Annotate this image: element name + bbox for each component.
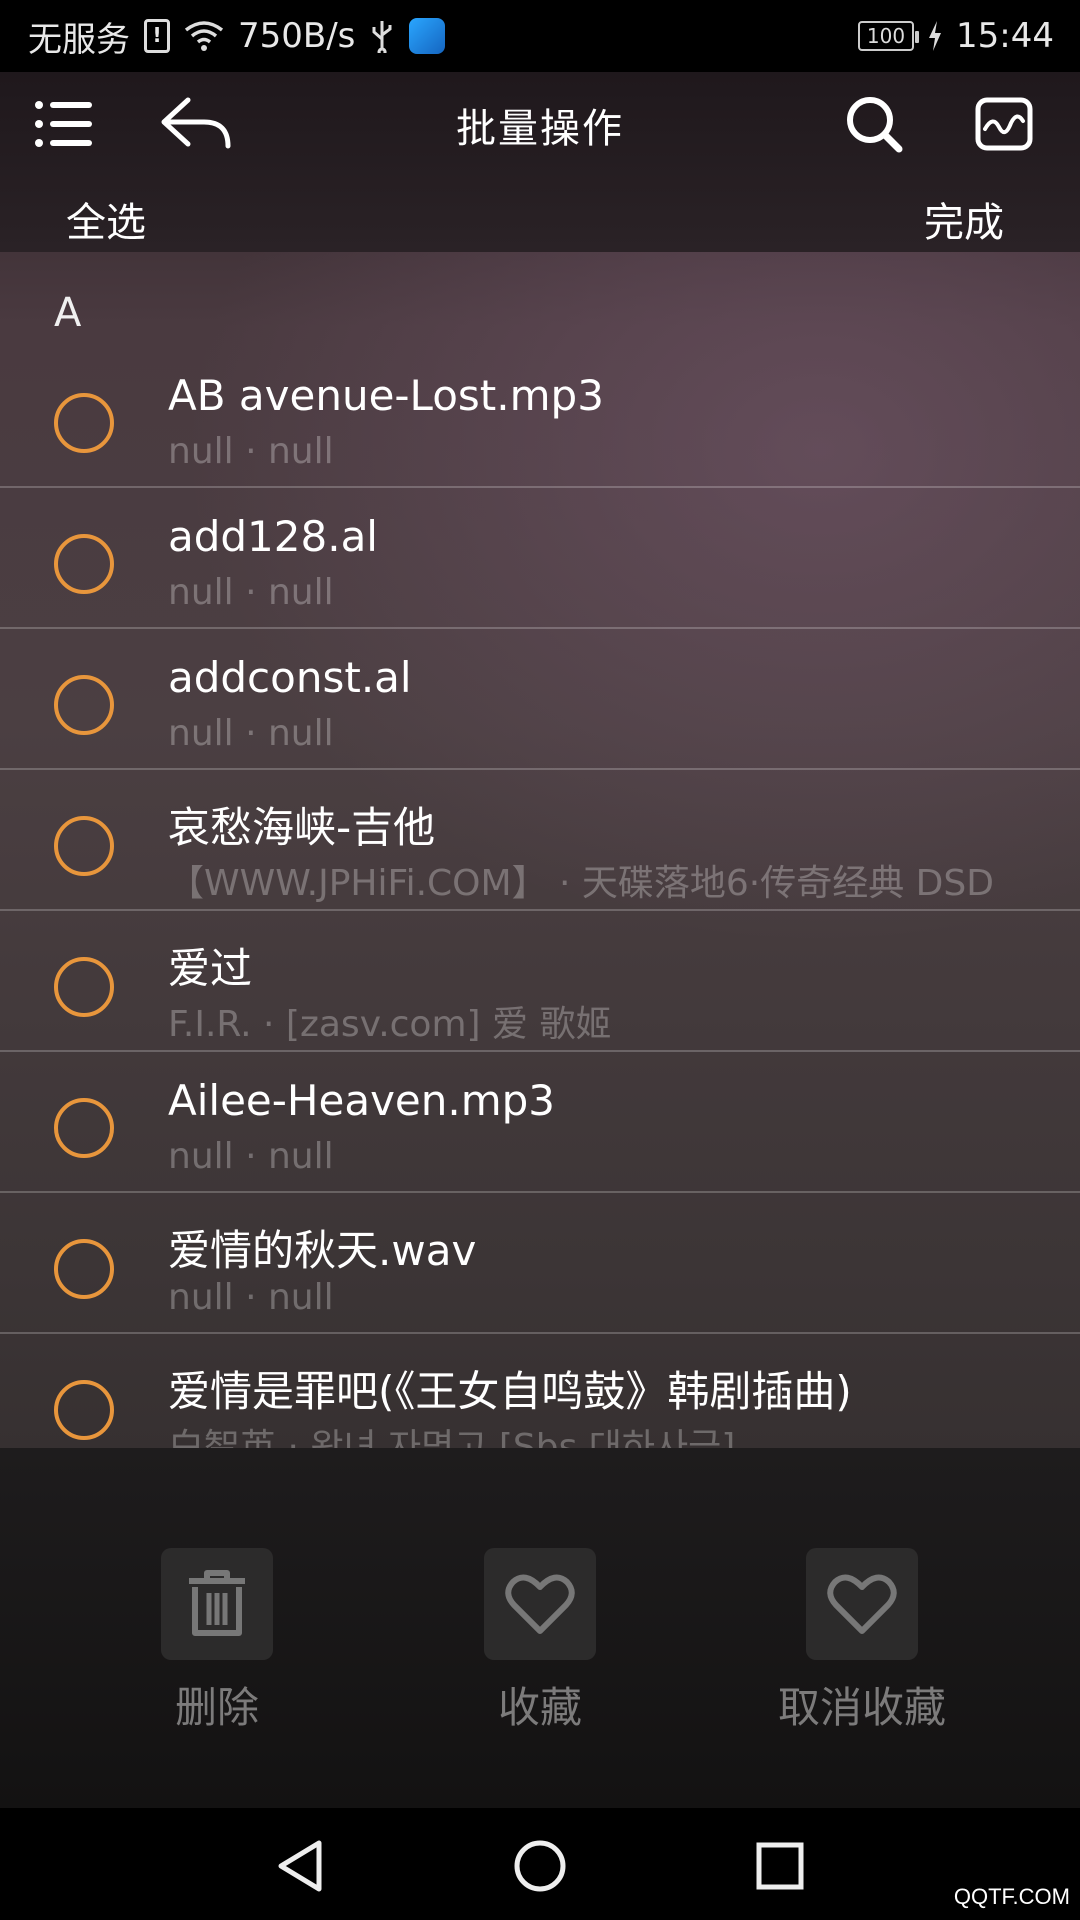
unfavorite-button[interactable]: 取消收藏 [742,1548,982,1748]
list-item[interactable]: 爱情的秋天.wav null · null [0,1193,1080,1334]
song-subtitle: 白智英 · 왕녀 자명고 [Sbs 대하사극] [168,1427,736,1448]
delete-button[interactable]: 删除 [97,1548,337,1748]
song-title: 爱情是罪吧(《王女自鸣鼓》韩剧插曲) [168,1367,852,1416]
search-button[interactable] [838,92,910,156]
list-item[interactable]: 爱情是罪吧(《王女自鸣鼓》韩剧插曲) 白智英 · 왕녀 자명고 [Sbs 대하사… [0,1334,1080,1448]
select-checkbox[interactable] [54,393,114,453]
list-item[interactable]: 哀愁海峡-吉他 【WWW.JPHiFi.COM】 · 天碟落地6·传奇经典 DS… [0,770,1080,911]
song-title: 爱情的秋天.wav [168,1226,477,1275]
delete-label: 删除 [174,1683,259,1732]
list-item[interactable]: add128.al null · null [0,488,1080,629]
clock: 15:44 [956,16,1054,56]
trash-icon [189,1570,245,1636]
visualizer-button[interactable] [968,92,1040,156]
select-checkbox[interactable] [54,1380,114,1440]
song-title: Ailee-Heaven.mp3 [168,1076,556,1125]
unfavorite-tile[interactable] [806,1548,918,1660]
song-subtitle: null · null [168,572,334,613]
circle-home-icon [514,1840,566,1892]
list-item[interactable]: Ailee-Heaven.mp3 null · null [0,1052,1080,1193]
song-title: 哀愁海峡-吉他 [168,803,436,852]
unfavorite-label: 取消收藏 [777,1683,946,1732]
song-title: add128.al [168,512,378,561]
charging-icon [928,21,942,51]
nav-back-button[interactable] [270,1836,330,1896]
page-title: 批量操作 [456,106,624,152]
favorite-label: 收藏 [497,1683,582,1732]
network-speed: 750B/s [238,16,356,56]
select-checkbox[interactable] [54,675,114,735]
status-bar: 无服务 ! 750B/s 100 15:44 [0,0,1080,72]
usb-icon [369,19,395,53]
favorite-button[interactable]: 收藏 [420,1548,660,1748]
heart-icon [505,1574,575,1634]
select-checkbox[interactable] [54,816,114,876]
wave-frame-icon [975,97,1033,151]
list-item[interactable]: addconst.al null · null [0,629,1080,770]
search-icon [847,97,903,153]
song-title: 爱过 [168,944,253,993]
select-checkbox[interactable] [54,1098,114,1158]
favorite-tile[interactable] [484,1548,596,1660]
toolbar: 批量操作 [0,72,1080,176]
song-subtitle: null · null [168,431,334,472]
battery-icon: 100 [858,21,920,51]
select-all-button[interactable]: 全选 [66,190,146,248]
song-subtitle: null · null [168,713,334,754]
list-item[interactable]: AB avenue-Lost.mp3 null · null [0,347,1080,488]
done-button[interactable]: 完成 [924,190,1004,248]
square-recents-icon [756,1842,804,1890]
select-checkbox[interactable] [54,1239,114,1299]
watermark: QQTF.COM [953,1884,1070,1909]
nav-recents-button[interactable] [750,1836,810,1896]
song-subtitle: null · null [168,1136,334,1177]
wifi-icon [184,20,224,52]
select-checkbox[interactable] [54,534,114,594]
song-subtitle: null · null [168,1277,334,1318]
delete-tile[interactable] [161,1548,273,1660]
song-subtitle: 【WWW.JPHiFi.COM】 · 天碟落地6·传奇经典 DSD [168,863,994,904]
selection-bar: 全选 完成 [0,176,1080,252]
song-list[interactable]: AB avenue-Lost.mp3 null · null add128.al… [0,280,1080,1448]
heart-icon [827,1574,897,1634]
list-item[interactable]: 爱过 F.I.R. · [zasv.com] 爱 歌姬 [0,911,1080,1052]
triangle-back-icon [278,1840,322,1892]
system-nav-bar [0,1808,1080,1920]
song-title: AB avenue-Lost.mp3 [168,371,604,420]
carrier-label: 无服务 [28,19,130,60]
nav-home-button[interactable] [510,1836,570,1896]
header: 批量操作 全选 完成 [0,72,1080,252]
app-notification-icon [409,18,446,54]
batch-action-bar: 删除 收藏 取消收藏 [0,1448,1080,1808]
song-title: addconst.al [168,653,412,702]
sim-alert-icon: ! [144,19,170,53]
select-checkbox[interactable] [54,957,114,1017]
song-subtitle: F.I.R. · [zasv.com] 爱 歌姬 [168,1004,612,1045]
